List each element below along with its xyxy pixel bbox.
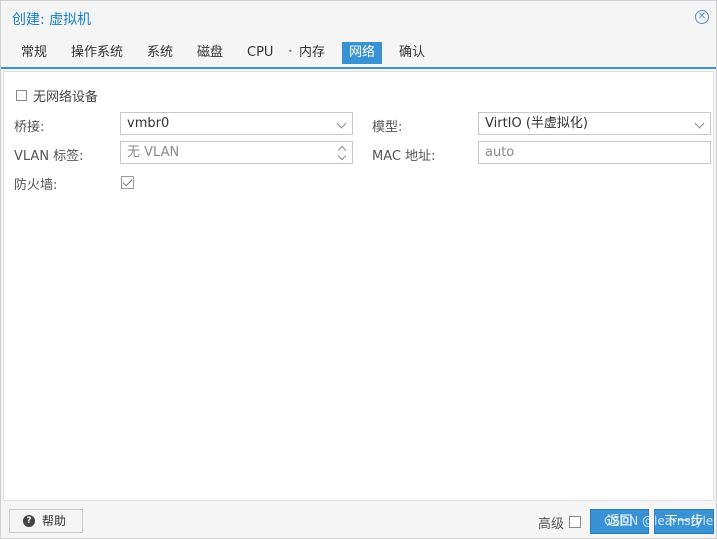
create-vm-dialog: 创建: 虚拟机 ✕ 常规 操作系统 系统 磁盘 CPU • 内存 网络 确认 无… — [0, 0, 717, 539]
tab-general[interactable]: 常规 — [16, 42, 52, 64]
help-button[interactable]: ? 帮助 — [9, 509, 83, 533]
network-panel: 无网络设备 桥接: vmbr0 VLAN 标签: 无 VLAN 防火墙: 模型:… — [3, 71, 714, 501]
no-network-checkbox[interactable] — [16, 90, 27, 101]
chevron-down-icon — [694, 118, 705, 129]
mac-label: MAC 地址: — [372, 149, 436, 164]
vlan-label: VLAN 标签: — [14, 149, 84, 164]
advanced-label: 高级 — [538, 517, 565, 532]
vlan-placeholder: 无 VLAN — [127, 145, 180, 160]
chevron-down-icon — [336, 118, 347, 129]
advanced-checkbox[interactable] — [569, 516, 581, 528]
mac-placeholder: auto — [485, 145, 515, 160]
bridge-value: vmbr0 — [127, 116, 170, 131]
model-select[interactable]: VirtIO (半虚拟化) — [478, 112, 711, 135]
model-value: VirtIO (半虚拟化) — [485, 116, 589, 131]
vlan-tag-input[interactable]: 无 VLAN — [120, 141, 353, 164]
tab-os[interactable]: 操作系统 — [66, 42, 128, 64]
close-icon[interactable]: ✕ — [695, 10, 709, 24]
tab-confirm[interactable]: 确认 — [394, 42, 430, 64]
bridge-label: 桥接: — [14, 120, 45, 135]
tab-network[interactable]: 网络 — [342, 42, 382, 64]
no-network-label: 无网络设备 — [33, 90, 99, 105]
mac-address-input[interactable]: auto — [478, 141, 711, 164]
firewall-checkbox[interactable] — [121, 176, 134, 189]
dialog-title: 创建: 虚拟机 — [12, 12, 92, 28]
watermark: CSDN @learnstyle — [604, 514, 714, 528]
model-label: 模型: — [372, 120, 403, 135]
bridge-select[interactable]: vmbr0 — [120, 112, 353, 135]
title-bar: 创建: 虚拟机 ✕ — [1, 1, 716, 34]
wizard-tabs: 常规 操作系统 系统 磁盘 CPU • 内存 网络 确认 — [1, 39, 716, 69]
spinner-down-icon[interactable] — [337, 151, 347, 161]
question-icon: ? — [23, 515, 35, 527]
help-label: 帮助 — [42, 514, 67, 528]
tab-cpu[interactable]: CPU — [242, 42, 278, 64]
tab-disk[interactable]: 磁盘 — [192, 42, 228, 64]
firewall-label: 防火墙: — [14, 178, 58, 193]
tab-system[interactable]: 系统 — [142, 42, 178, 64]
tab-memory[interactable]: 内存 — [294, 42, 330, 64]
memory-dot-icon: • — [288, 47, 293, 56]
